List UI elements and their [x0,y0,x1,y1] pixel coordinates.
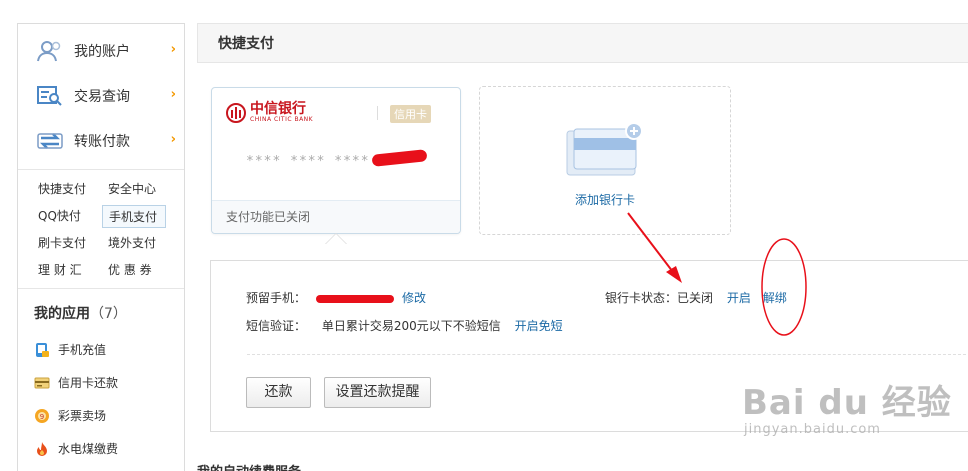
chevron-right-icon: › [170,87,176,102]
sidebar-quick-links: 快捷支付 安全中心 QQ快付 手机支付 刷卡支付 境外支付 理 财 汇 优 惠 … [18,170,184,289]
credit-card-repay-icon [34,375,50,391]
app-item-lottery[interactable]: 9 彩票卖场 [18,399,184,432]
sidebar-item-label: 我的账户 [74,43,130,60]
baidu-jingyan-watermark: Bai du 经验 jingyan.baidu.com [742,384,952,437]
link-security-center[interactable]: 安全中心 [108,178,178,201]
modify-phone-link[interactable]: 修改 [402,291,426,305]
sms-label: 短信验证： [246,319,307,333]
sms-text: 单日累计交易200元以下不验短信 [321,319,501,333]
app-item-partial [18,465,184,471]
set-reminder-button[interactable]: 设置还款提醒 [324,377,431,408]
auto-renew-section-title: 我的自动续费服务 [197,461,301,471]
main-content: 快捷支付 中信银行 CHINA CITIC BANK 信用卡 **** ****… [197,23,968,432]
link-mobile-pay[interactable]: 手机支付 [102,205,166,228]
bank-name: 中信银行 [250,101,306,117]
app-item-label: 手机充值 [58,343,107,357]
card-type-badge: 信用卡 [390,105,431,123]
svg-text:9: 9 [40,413,44,421]
link-coupons[interactable]: 优 惠 券 [108,259,178,282]
sidebar-item-label: 交易查询 [74,88,130,105]
phone-row: 预留手机： 修改 [246,289,426,306]
sidebar-item-my-account[interactable]: 我的账户 › [18,28,184,73]
link-wealth[interactable]: 理 财 汇 [38,259,108,282]
app-item-label: 水电煤缴费 [58,442,119,456]
watermark-url: jingyan.baidu.com [744,422,881,437]
bank-card[interactable]: 中信银行 CHINA CITIC BANK 信用卡 **** **** ****… [211,87,461,234]
link-quick-pay[interactable]: 快捷支付 [38,178,108,201]
phone-recharge-icon [34,342,50,358]
redaction-mark [371,149,428,167]
sms-row: 短信验证： 单日累计交易200元以下不验短信 开启免短 [246,317,563,334]
sidebar-item-label: 转账付款 [74,133,130,150]
link-card-pay[interactable]: 刷卡支付 [38,232,108,255]
open-link[interactable]: 开启 [727,291,751,305]
card-status-label: 银行卡状态： [605,291,678,305]
user-icon [36,39,64,63]
my-apps-heading: 我的应用（7） [18,289,184,333]
add-card-label: 添加银行卡 [574,193,635,207]
bank-name-en: CHINA CITIC BANK [250,116,314,123]
citic-logo-icon [226,102,246,123]
sidebar-item-transactions[interactable]: 交易查询 › [18,73,184,118]
page-header: 快捷支付 [197,23,968,63]
app-item-label: 彩票卖场 [58,409,107,423]
my-apps-count: （7） [90,306,127,322]
sidebar: 我的账户 › 交易查询 › 转账付款 › 快捷支付 安全中心 QQ快付 手机支付… [17,23,185,471]
phone-label: 预留手机： [246,291,307,305]
sidebar-item-transfer[interactable]: 转账付款 › [18,118,184,163]
dashed-divider [247,354,968,355]
watermark-brand: Bai du 经验 [742,383,952,423]
add-bank-card-button[interactable]: 添加银行卡 [479,86,731,235]
redaction-mark [316,294,395,303]
link-overseas-pay[interactable]: 境外支付 [108,232,178,255]
bank-brand: 中信银行 CHINA CITIC BANK [226,102,313,123]
link-qq-pay[interactable]: QQ快付 [38,205,108,228]
chevron-right-icon: › [170,132,176,147]
bank-name-block: 中信银行 CHINA CITIC BANK [250,102,313,123]
repay-button[interactable]: 还款 [246,377,311,408]
search-list-icon [36,84,64,108]
app-item-credit-repay[interactable]: 信用卡还款 [18,366,184,399]
add-card-icon [566,121,644,180]
app-item-phone-recharge[interactable]: 手机充值 [18,333,184,366]
card-divider [377,106,378,120]
card-pointer [325,233,347,244]
my-apps-title: 我的应用 [34,306,90,322]
transfer-icon [36,129,64,153]
lottery-icon: 9 [34,408,50,424]
card-status-value: 已关闭 [677,291,714,305]
app-item-utilities[interactable]: 水电煤缴费 [18,432,184,465]
card-status-row: 银行卡状态：已关闭 开启 解绑 [605,289,787,306]
chevron-right-icon: › [170,42,176,57]
card-number: **** **** **** [246,154,370,169]
page-title: 快捷支付 [218,36,274,52]
utility-flame-icon [34,441,50,457]
sidebar-main-nav: 我的账户 › 交易查询 › 转账付款 › [18,24,184,170]
card-status: 支付功能已关闭 [212,200,460,233]
unbind-link[interactable]: 解绑 [763,291,787,305]
enable-sms-free-link[interactable]: 开启免短 [515,319,563,333]
app-item-label: 信用卡还款 [58,376,119,390]
